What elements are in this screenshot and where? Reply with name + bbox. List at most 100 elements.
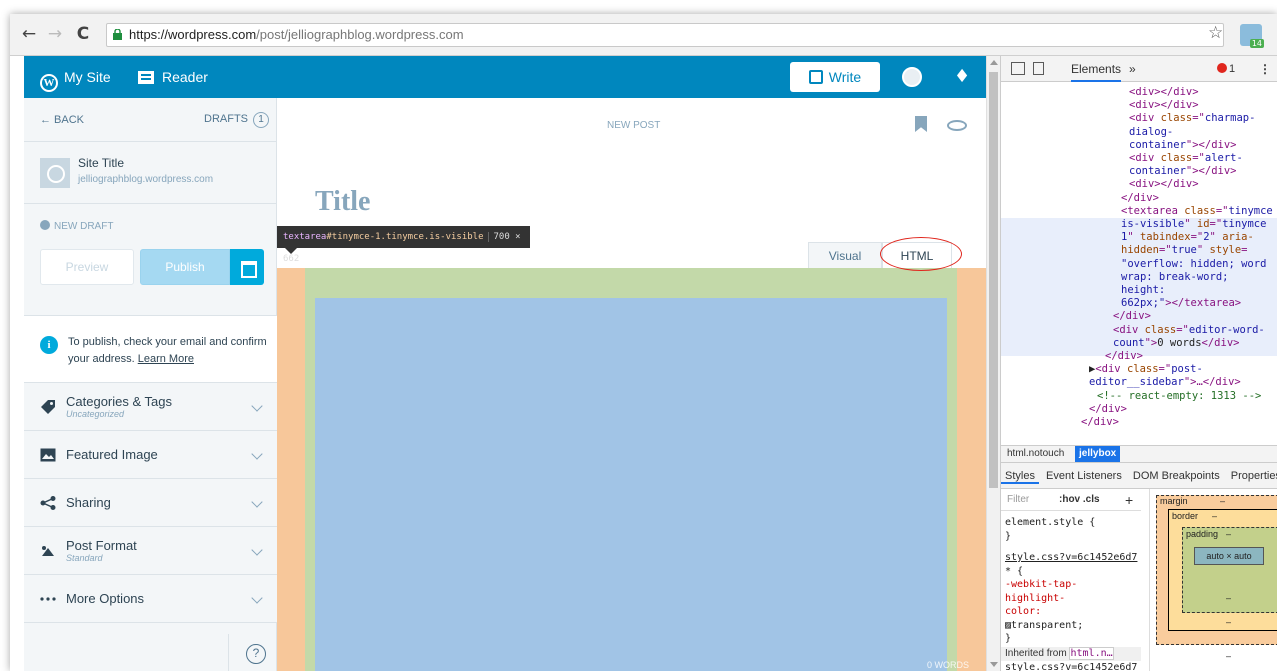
write-button[interactable]: Write	[790, 62, 880, 92]
breadcrumb-jellybox[interactable]: jellybox	[1075, 446, 1121, 462]
learn-more-link[interactable]: Learn More	[138, 353, 194, 365]
bookmark-star-icon[interactable]: ☆	[1208, 23, 1223, 43]
new-draft-status: NEW DRAFT	[40, 220, 113, 232]
style-rule-line: * {	[1005, 565, 1024, 577]
style-rule-line: ▨transparent;	[1005, 619, 1084, 631]
dom-line[interactable]: <!-- react-empty: 1313 -->	[1097, 390, 1261, 403]
accordion-featured-image[interactable]: Featured Image	[24, 431, 277, 479]
dom-token: style	[1209, 244, 1242, 257]
dom-tree[interactable]: <div></div> <div></div> <div class="charma…	[1001, 82, 1277, 445]
image-icon	[40, 448, 56, 462]
scroll-up-arrow-icon[interactable]	[990, 60, 998, 65]
tab-elements[interactable]: Elements	[1071, 56, 1122, 82]
accordion-post-format[interactable]: Post Format Standard	[24, 527, 277, 575]
dom-line[interactable]: </div>	[1113, 310, 1151, 323]
dom-line[interactable]: editor__sidebar">…</div>	[1089, 376, 1241, 389]
notifications-bell-icon[interactable]: ♦	[954, 66, 970, 87]
dom-line[interactable]: <div class="editor-word-	[1113, 324, 1265, 337]
textarea-content-area[interactable]	[315, 298, 947, 671]
back-link[interactable]: ← BACK	[40, 114, 84, 126]
hov-cls-toggle[interactable]: :hov .cls	[1059, 489, 1100, 511]
wp-masterbar: W My Site Reader Write ♦	[24, 56, 986, 98]
kebab-menu-icon[interactable]: ⋮	[1259, 56, 1271, 82]
scroll-down-arrow-icon[interactable]	[990, 662, 998, 667]
dom-line[interactable]: <div></div>	[1129, 99, 1199, 112]
preview-button[interactable]: Preview	[40, 249, 134, 285]
more-tabs-icon[interactable]: »	[1129, 56, 1136, 82]
scrollbar-thumb[interactable]	[989, 72, 998, 488]
dom-line[interactable]: <div></div>	[1129, 178, 1199, 191]
dom-token: "	[1196, 244, 1210, 257]
title-input[interactable]: Title	[315, 186, 370, 218]
dom-line[interactable]: 1" tabindex="2" aria-	[1121, 231, 1254, 244]
stylesheet-link[interactable]: style.css?v=6c1452e6d7	[1005, 662, 1137, 671]
tab-visual[interactable]: Visual	[808, 242, 882, 268]
dom-line[interactable]: height:	[1121, 284, 1165, 297]
dom-line[interactable]: </div>	[1081, 416, 1119, 429]
styles-rules[interactable]: Inherited from html.n… style.css?v=6c145…	[1001, 511, 1141, 671]
extension-icon[interactable]: 14	[1240, 24, 1264, 48]
error-counter[interactable]: 1	[1217, 56, 1235, 82]
dom-token: "	[1127, 231, 1140, 244]
dom-line[interactable]: "overflow: hidden; word	[1121, 258, 1266, 271]
accordion-categories-tags[interactable]: Categories & Tags Uncategorized	[24, 383, 277, 431]
dom-line[interactable]: 662px;"></textarea>	[1121, 297, 1241, 310]
device-toggle-icon[interactable]	[1033, 62, 1044, 75]
tab-event-listeners[interactable]: Event Listeners	[1042, 470, 1126, 482]
dom-line[interactable]: ▶<div class="post-	[1089, 363, 1203, 376]
breadcrumb-html[interactable]: html.notouch	[1007, 446, 1064, 462]
forward-arrow-icon[interactable]: →	[44, 23, 66, 45]
dom-line[interactable]: <div class="charmap-	[1129, 112, 1255, 125]
preview-eye-icon[interactable]	[947, 120, 967, 131]
my-site-link[interactable]: W My Site	[40, 56, 111, 98]
dom-line[interactable]: </div>	[1105, 350, 1143, 363]
dom-line[interactable]: dialog-	[1129, 126, 1173, 139]
dom-token: ="	[1192, 152, 1205, 164]
site-card[interactable]: Site Title jelliographblog.wordpress.com	[24, 142, 277, 204]
dom-token: <div	[1095, 363, 1127, 376]
dom-line[interactable]: </div>	[1121, 192, 1159, 205]
tab-properties[interactable]: Properties	[1227, 470, 1277, 482]
inspect-cursor-icon[interactable]	[1011, 62, 1025, 75]
accordion-more-options[interactable]: More Options	[24, 575, 277, 623]
inherited-selector[interactable]: html.n…	[1069, 647, 1114, 660]
drafts-link[interactable]: DRAFTS 1	[204, 112, 270, 128]
dom-token: container	[1129, 138, 1186, 151]
dom-token: class	[1160, 112, 1193, 125]
help-icon[interactable]: ?	[246, 644, 266, 664]
dom-token: class	[1126, 363, 1159, 376]
schedule-calendar-icon[interactable]	[230, 249, 264, 285]
dom-line[interactable]: <textarea class="tinymce	[1121, 205, 1273, 218]
dom-line[interactable]: count">0 words</div>	[1113, 337, 1239, 350]
page-scrollbar[interactable]	[986, 56, 1000, 671]
dom-line[interactable]: <div class="alert-	[1129, 152, 1243, 165]
error-count: 1	[1229, 63, 1236, 75]
bookmark-icon[interactable]	[915, 116, 927, 132]
dom-line[interactable]: container"></div>	[1129, 139, 1236, 152]
dom-line[interactable]: <div></div>	[1129, 86, 1199, 99]
reload-icon[interactable]: C	[72, 23, 94, 45]
dom-token: post-	[1171, 363, 1203, 376]
dom-token: true	[1171, 244, 1197, 257]
tab-dom-breakpoints[interactable]: DOM Breakpoints	[1129, 470, 1224, 482]
address-bar[interactable]: https://wordpress.com/post/jelliographbl…	[106, 23, 1224, 47]
dom-line[interactable]: </div>	[1089, 403, 1127, 416]
dom-line[interactable]: is-visible" id="tinymce	[1121, 218, 1266, 231]
add-rule-icon[interactable]: +	[1125, 489, 1133, 511]
publish-button[interactable]: Publish	[140, 249, 230, 285]
dom-line[interactable]: hidden="true" style=	[1121, 244, 1247, 257]
browser-window: ← → C https://wordpress.com/post/jelliog…	[10, 14, 1277, 671]
dom-line[interactable]: wrap: break-word;	[1121, 271, 1228, 284]
filter-input[interactable]: Filter	[1007, 489, 1029, 511]
my-site-label: My Site	[64, 69, 111, 85]
stylesheet-link[interactable]: style.css?v=6c1452e6d7	[1005, 552, 1137, 564]
reader-link[interactable]: Reader	[138, 56, 208, 98]
tab-styles[interactable]: Styles	[1001, 470, 1039, 484]
dom-token: tinymce	[1228, 204, 1273, 217]
back-arrow-icon[interactable]: ←	[18, 23, 40, 45]
chevron-down-icon	[251, 544, 263, 556]
avatar[interactable]	[902, 67, 922, 87]
dom-line[interactable]: container"></div>	[1129, 165, 1236, 178]
accordion-sharing[interactable]: Sharing	[24, 479, 277, 527]
style-rule-line: color:	[1005, 606, 1042, 617]
